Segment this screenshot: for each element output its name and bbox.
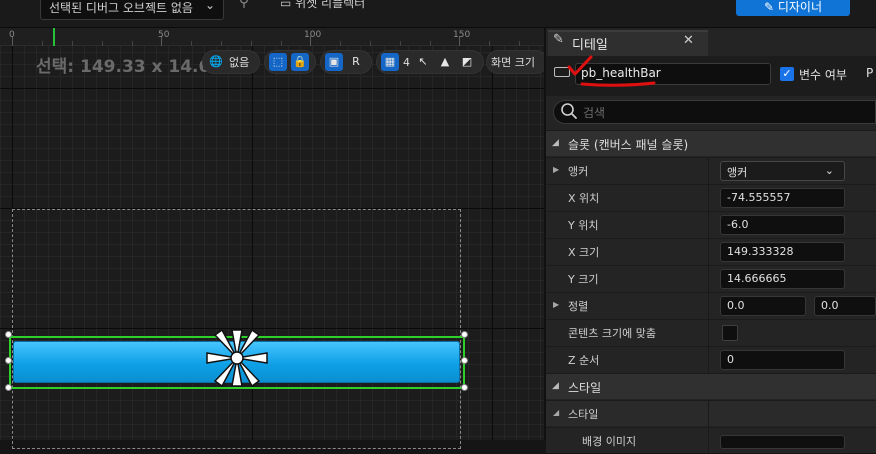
- debug-search-icon[interactable]: ⚲: [232, 0, 256, 18]
- row-size-y: Y 크기 14.666665: [546, 265, 876, 292]
- row-pos-y: Y 위치 -6.0: [546, 211, 876, 238]
- resize-handle[interactable]: [461, 384, 468, 391]
- anchor-dropdown-value: 앵커: [727, 166, 748, 179]
- grid-icon[interactable]: ▦: [381, 53, 399, 71]
- expand-arrow-icon[interactable]: ▶: [553, 300, 559, 309]
- alignment-x-input[interactable]: 0.0: [720, 296, 806, 316]
- alignment-y-input[interactable]: 0.0: [814, 296, 876, 316]
- section-style[interactable]: ◢ 스타일: [546, 373, 876, 399]
- expand-arrow-icon[interactable]: ▶: [553, 165, 559, 174]
- widget-reflector-label: 위젯 리플렉터: [295, 0, 366, 10]
- image-icon[interactable]: ▲: [436, 53, 454, 71]
- chevron-down-icon: ⌄: [204, 0, 215, 12]
- row-size-y-label: Y 크기: [568, 273, 599, 286]
- image-alt-icon[interactable]: ◩: [458, 53, 476, 71]
- cursor-icon[interactable]: ↖: [414, 53, 432, 71]
- collapse-arrow-icon: ◢: [553, 408, 560, 417]
- row-size-x: X 크기 149.333328: [546, 238, 876, 265]
- size-x-input[interactable]: 149.333328: [720, 242, 845, 262]
- row-pos-y-label: Y 위치: [568, 219, 599, 232]
- transform-toggles[interactable]: ⬚ 🔒: [264, 50, 316, 74]
- row-style-sub[interactable]: ◢ 스타일: [546, 400, 876, 427]
- resize-handle[interactable]: [5, 331, 12, 338]
- ruler-label: 150: [453, 30, 471, 40]
- pencil-icon: ✎: [553, 32, 564, 47]
- grid-snap-value[interactable]: 4: [403, 56, 410, 69]
- designer-icon: ✎: [763, 0, 778, 14]
- size-to-content-checkbox[interactable]: [722, 325, 738, 341]
- debug-object-select-label: 선택된 디버그 오브젝트 없음: [49, 1, 193, 15]
- lock-icon[interactable]: 🔒: [291, 53, 309, 71]
- row-pos-x-label: X 위치: [568, 192, 600, 205]
- is-variable-label: 변수 여부: [799, 68, 847, 82]
- selection-size-readout: 선택: 149.33 x 14.67: [36, 57, 223, 77]
- widget-reflector-button[interactable]: ▭ 위젯 리플렉터: [280, 0, 365, 11]
- designer-button-label: 디자이너: [777, 0, 823, 14]
- row-bg-image-label: 배경 이미지: [582, 435, 637, 448]
- collapse-arrow-icon: ◢: [552, 138, 559, 148]
- red-checkmark-annotation: [567, 55, 593, 76]
- row-z-order: Z 순서 0: [546, 346, 876, 373]
- size-y-input[interactable]: 14.666665: [720, 269, 845, 289]
- horizontal-ruler: 0 50 100 150: [0, 28, 544, 46]
- details-title: 디테일: [572, 38, 608, 53]
- resize-handle[interactable]: [461, 357, 468, 364]
- grid-major-line: [0, 88, 544, 89]
- row-pos-x: X 위치 -74.555557: [546, 184, 876, 211]
- collapse-arrow-icon: ◢: [552, 381, 559, 391]
- screen-size-label: 화면 크기: [491, 56, 535, 69]
- row-anchor: ▶ 앵커 앵커 ⌄: [546, 157, 876, 184]
- snap-toggles[interactable]: ▣ R: [320, 50, 372, 74]
- pos-x-input[interactable]: -74.555557: [720, 188, 845, 208]
- close-icon[interactable]: ✕: [683, 33, 694, 48]
- resize-handle[interactable]: [5, 357, 12, 364]
- grid-snap-toolbar[interactable]: ▦ 4 ↖ ▲ ◩: [376, 50, 484, 74]
- search-icon: [561, 103, 577, 119]
- anchor-icon[interactable]: [204, 326, 270, 390]
- designer-button[interactable]: ✎ 디자이너: [736, 0, 850, 16]
- resize-handle[interactable]: [461, 331, 468, 338]
- debug-object-select[interactable]: 선택된 디버그 오브젝트 없음 ⌄: [40, 0, 224, 20]
- pos-y-input[interactable]: -6.0: [720, 215, 845, 235]
- row-size-to-content: 콘텐츠 크기에 맞춤: [546, 319, 876, 346]
- section-style-label: 스타일: [568, 381, 602, 395]
- bg-image-preview[interactable]: [720, 435, 845, 449]
- section-slot[interactable]: ◢ 슬롯 (캔버스 패널 슬롯): [546, 130, 876, 156]
- anchor-dropdown[interactable]: 앵커 ⌄: [720, 161, 845, 181]
- row-bg-image[interactable]: 배경 이미지: [546, 427, 876, 454]
- red-underline-annotation: [580, 81, 656, 87]
- world-local-toggle[interactable]: 🌐 없음: [202, 50, 260, 74]
- z-order-input[interactable]: 0: [720, 350, 845, 370]
- section-slot-label: 슬롯 (캔버스 패널 슬롯): [568, 138, 689, 152]
- truncated-label: P: [866, 66, 874, 80]
- monitor-icon: ▭: [280, 0, 296, 10]
- row-alignment: ▶ 정렬 0.0 0.0: [546, 292, 876, 319]
- row-size-x-label: X 크기: [568, 246, 600, 259]
- ruler-label: 100: [304, 30, 322, 40]
- globe-icon: 🌐: [209, 55, 223, 68]
- r-button[interactable]: R: [347, 53, 365, 71]
- row-anchor-label: 앵커: [568, 165, 589, 178]
- snap-icon[interactable]: ▣: [325, 53, 343, 71]
- row-z-order-label: Z 순서: [568, 354, 600, 367]
- resize-handle[interactable]: [5, 384, 12, 391]
- chevron-down-icon: ⌄: [824, 164, 834, 177]
- is-variable-checkbox[interactable]: ✓: [780, 67, 794, 81]
- row-style-sub-label: 스타일: [568, 408, 599, 421]
- world-local-label: 없음: [229, 56, 250, 69]
- ruler-label: 0: [9, 30, 15, 40]
- marquee-select-icon[interactable]: ⬚: [269, 53, 287, 71]
- row-alignment-label: 정렬: [568, 300, 589, 313]
- grid-major-line: [492, 46, 493, 440]
- search-placeholder: 검색: [583, 106, 606, 120]
- row-size-to-content-label: 콘텐츠 크기에 맞춤: [568, 327, 656, 340]
- ruler-position-marker: [53, 28, 55, 46]
- screen-size-button[interactable]: 화면 크기: [486, 50, 548, 74]
- ruler-label: 50: [158, 30, 170, 40]
